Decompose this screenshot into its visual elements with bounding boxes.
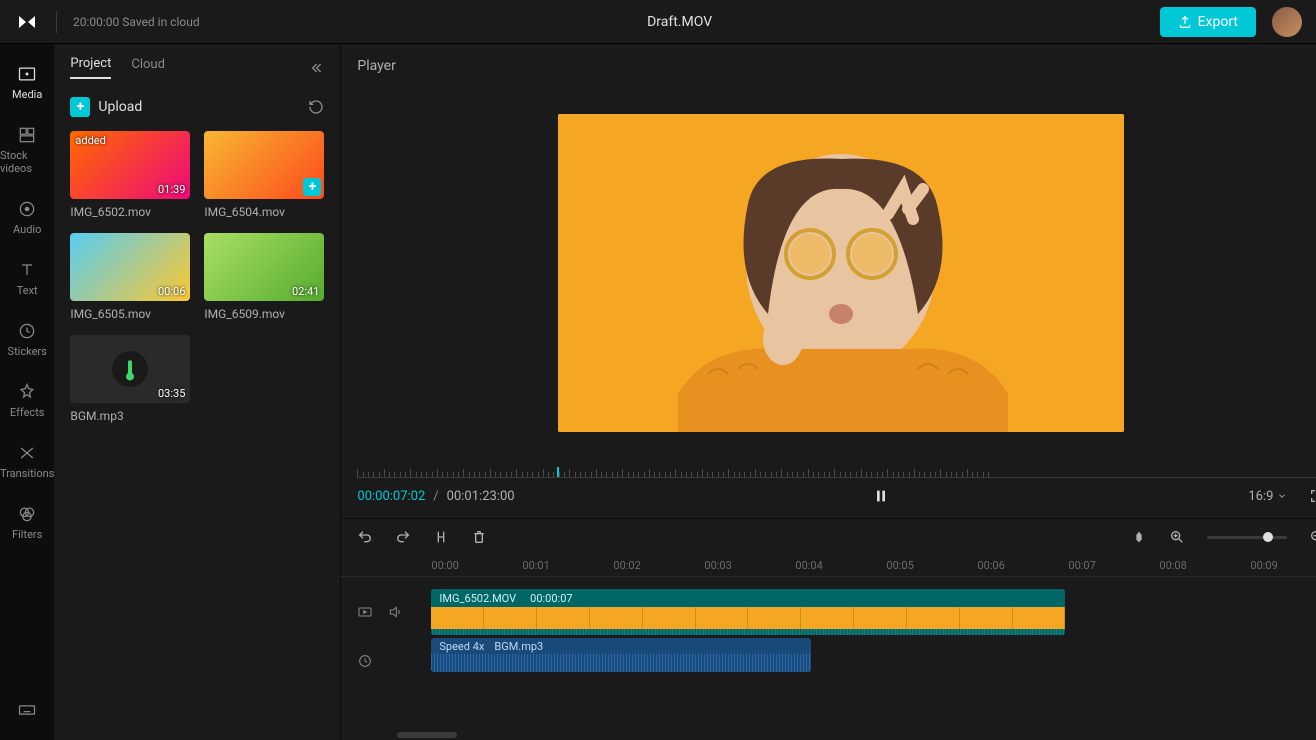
sidebar-item-filters[interactable]: Filters — [12, 504, 42, 541]
media-filename: IMG_6505.mov — [70, 307, 190, 321]
export-button[interactable]: Export — [1160, 7, 1256, 37]
sidebar-item-text[interactable]: Text — [17, 260, 38, 297]
undo-icon[interactable] — [357, 529, 373, 545]
refresh-icon[interactable] — [308, 99, 324, 115]
added-badge: added — [75, 134, 105, 147]
video-preview[interactable] — [341, 88, 1316, 458]
mini-ruler[interactable] — [357, 458, 1316, 478]
export-label: Export — [1198, 14, 1238, 30]
save-status: 20:00:00 Saved in cloud — [73, 15, 200, 29]
video-track-icon[interactable] — [357, 604, 373, 620]
timeline-ruler[interactable]: 00:0000:0100:0200:0300:0400:0500:0600:07… — [341, 555, 1316, 577]
collapse-panel-icon[interactable] — [308, 60, 324, 76]
sidebar-item-transitions[interactable]: Transitions — [0, 443, 54, 480]
media-filename: IMG_6509.mov — [204, 307, 324, 321]
left-sidebar: Media Stock videos Audio Text Stickers E… — [0, 44, 54, 740]
clip-speed: Speed 4x — [439, 640, 484, 653]
duration-label: 01:39 — [158, 183, 185, 196]
current-time: 00:00:07:02 — [357, 489, 425, 504]
zoom-in-icon[interactable] — [1169, 529, 1185, 545]
media-thumbnail[interactable]: + — [204, 131, 324, 199]
redo-icon[interactable] — [395, 529, 411, 545]
sidebar-item-audio[interactable]: Audio — [13, 199, 41, 236]
clip-time: 00:00:07 — [530, 592, 572, 605]
tab-project[interactable]: Project — [70, 56, 111, 79]
clip-name: IMG_6502.MOV — [439, 592, 516, 605]
media-thumbnail[interactable]: 00:06 — [70, 233, 190, 301]
zoom-out-icon[interactable] — [1309, 529, 1316, 545]
pause-button[interactable] — [873, 488, 889, 504]
marker-icon[interactable] — [1131, 529, 1147, 545]
media-thumbnail[interactable]: added 01:39 — [70, 131, 190, 199]
media-thumbnail[interactable]: 03:35 — [70, 335, 190, 403]
upload-button[interactable]: + Upload — [70, 97, 142, 117]
duration-label: 00:06 — [158, 285, 185, 298]
keyboard-shortcuts-icon[interactable] — [17, 700, 37, 720]
sidebar-item-stickers[interactable]: Stickers — [8, 321, 47, 358]
media-filename: BGM.mp3 — [70, 409, 190, 423]
top-bar: 20:00:00 Saved in cloud Draft.MOV Export — [0, 0, 1316, 44]
delete-icon[interactable] — [471, 529, 487, 545]
timeline-scrollbar[interactable] — [357, 732, 1316, 740]
media-thumbnail[interactable]: 02:41 — [204, 233, 324, 301]
timeline: 00:0000:0100:0200:0300:0400:0500:0600:07… — [341, 518, 1316, 740]
aspect-ratio-selector[interactable]: 16:9 — [1248, 489, 1287, 504]
app-logo[interactable] — [14, 9, 40, 35]
video-clip[interactable]: IMG_6502.MOV 00:00:07 — [431, 589, 1065, 635]
project-title: Draft.MOV — [200, 14, 1160, 30]
audio-clip[interactable]: Speed 4x BGM.mp3 — [431, 638, 811, 672]
player-header: Player — [341, 44, 1316, 88]
duration-label: 02:41 — [292, 285, 319, 298]
add-clip-icon[interactable]: + — [303, 178, 321, 196]
duration-label: 03:35 — [158, 387, 185, 400]
total-time: 00:01:23:00 — [447, 489, 515, 504]
zoom-slider[interactable] — [1207, 536, 1287, 539]
media-filename: IMG_6504.mov — [204, 205, 324, 219]
sidebar-item-stock[interactable]: Stock videos — [0, 125, 54, 175]
sidebar-item-effects[interactable]: Effects — [10, 382, 45, 419]
audio-track-icon[interactable] — [357, 653, 373, 669]
clip-audio-name: BGM.mp3 — [494, 640, 543, 653]
mute-track-icon[interactable] — [387, 604, 403, 620]
sidebar-item-media[interactable]: Media — [12, 64, 42, 101]
plus-icon: + — [70, 97, 90, 117]
media-filename: IMG_6502.mov — [70, 205, 190, 219]
preview-frame — [558, 114, 1124, 432]
split-icon[interactable] — [433, 529, 449, 545]
tab-cloud[interactable]: Cloud — [131, 57, 165, 78]
user-avatar[interactable] — [1272, 7, 1302, 37]
fullscreen-icon[interactable] — [1309, 488, 1316, 504]
media-panel: Project Cloud + Upload added 01:39 IMG_650… — [54, 44, 340, 740]
